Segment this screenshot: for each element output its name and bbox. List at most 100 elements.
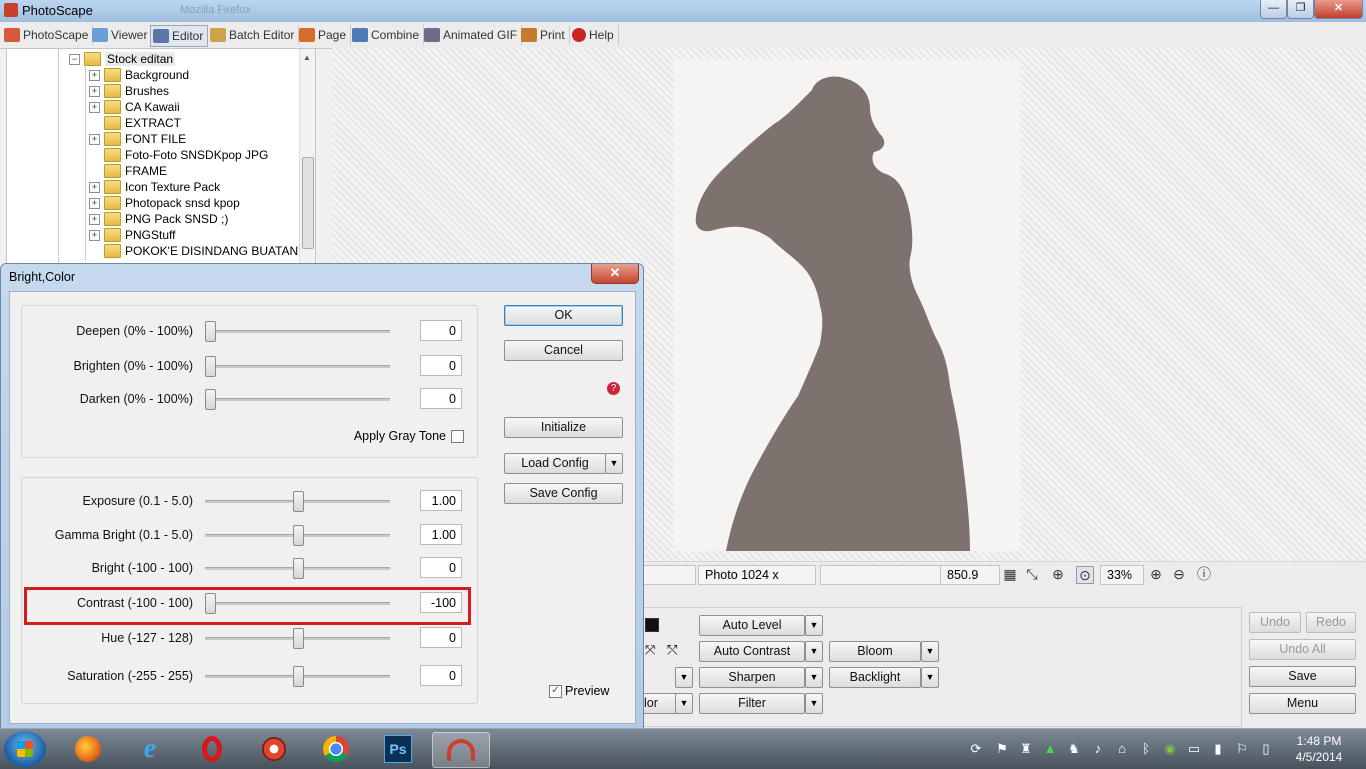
slider-value-input[interactable]: 0 [420, 627, 462, 648]
tab-animated-gif[interactable]: Animated GIF [422, 25, 523, 45]
slider-thumb[interactable] [292, 628, 304, 649]
help-icon[interactable]: ? [607, 382, 620, 395]
slider-value-input[interactable]: 0 [420, 665, 462, 686]
expand-icon[interactable]: + [89, 85, 100, 97]
dropdown-icon[interactable]: ▼ [921, 667, 939, 688]
apply-gray-tone-checkbox[interactable] [451, 430, 464, 443]
slider-thumb[interactable] [205, 321, 216, 342]
undo-button[interactable]: Undo [1249, 612, 1301, 633]
tray-app-icon[interactable]: ♞ [1066, 741, 1082, 757]
system-clock[interactable]: 1:48 PM 4/5/2014 [1286, 733, 1352, 765]
collapse-icon[interactable]: − [69, 53, 80, 65]
load-config-dropdown-icon[interactable]: ▼ [605, 453, 623, 474]
zoom-fit-icon[interactable]: ⊙ [1076, 566, 1094, 584]
dropdown-icon[interactable]: ▼ [805, 693, 823, 714]
maximize-button[interactable]: ❐ [1287, 0, 1314, 19]
slider-value-input[interactable]: 0 [420, 320, 462, 341]
tree-item[interactable]: + FONT FILE [89, 131, 186, 147]
expand-icon[interactable]: + [89, 229, 100, 241]
slider-thumb[interactable] [292, 558, 304, 579]
slider-value-input[interactable]: 0 [420, 388, 462, 409]
cancel-button[interactable]: Cancel [504, 340, 623, 361]
folder-tree[interactable]: − Stock editan + Background + Brushes + CA Kaw… [6, 48, 316, 265]
dialog-close-button[interactable]: ✕ [591, 264, 639, 284]
preview-checkbox[interactable]: ✓ [549, 685, 562, 698]
expand-icon[interactable]: + [89, 213, 100, 225]
tree-item[interactable]: + PNGStuff [89, 227, 175, 243]
slider-thumb[interactable] [292, 491, 304, 512]
start-button[interactable] [4, 731, 46, 767]
auto-contrast-button[interactable]: Auto Contrast [699, 641, 805, 662]
expand-icon[interactable]: + [89, 197, 100, 209]
tree-item[interactable]: +POKOK'E DISINDANG BUATAN'E [89, 243, 309, 259]
tree-item[interactable]: +FRAME [89, 163, 167, 179]
slider-value-input[interactable]: 0 [420, 355, 462, 376]
tree-item[interactable]: +Foto-Foto SNSDKpop JPG [89, 147, 268, 163]
tree-item[interactable]: + Background [89, 67, 189, 83]
save-button[interactable]: Save [1249, 666, 1356, 687]
dropdown-icon[interactable]: ▼ [805, 615, 823, 636]
tree-item[interactable]: + Brushes [89, 83, 169, 99]
slider-track[interactable] [205, 365, 390, 368]
opera-taskbar-button[interactable] [184, 732, 240, 766]
battery-icon[interactable]: ▯ [1258, 741, 1274, 757]
nvidia-icon[interactable]: ◉ [1162, 741, 1178, 757]
bloom-button[interactable]: Bloom [829, 641, 921, 662]
tray-app-icon[interactable]: ♜ [1018, 741, 1034, 757]
firefox-taskbar-button[interactable] [60, 732, 116, 766]
zoom-actual-icon[interactable]: ⊕ [1050, 566, 1066, 582]
undo-all-button[interactable]: Undo All [1249, 639, 1356, 660]
ok-button[interactable]: OK [504, 305, 623, 326]
tab-batch-editor[interactable]: Batch Editor [208, 25, 300, 45]
sync-icon[interactable]: ⟳ [968, 741, 984, 757]
tab-help[interactable]: Help [570, 25, 619, 45]
filter-button[interactable]: Filter [699, 693, 805, 714]
signal-strength-icon[interactable]: ▮ [1210, 741, 1226, 757]
tab-photoscape[interactable]: PhotoScape [2, 25, 94, 45]
redo-button[interactable]: Redo [1306, 612, 1356, 633]
info-icon[interactable]: ⓘ [1196, 566, 1212, 582]
expand-icon[interactable]: + [89, 133, 100, 145]
tab-editor[interactable]: Editor [150, 25, 209, 47]
auto-level-button[interactable]: Auto Level [699, 615, 805, 636]
dropdown-icon[interactable]: ▼ [675, 667, 693, 688]
sharpen-button[interactable]: Sharpen [699, 667, 805, 688]
bluetooth-icon[interactable]: ᛒ [1138, 741, 1154, 757]
dropdown-icon[interactable]: ▼ [921, 641, 939, 662]
resize-icon[interactable]: ⤧ [645, 642, 655, 658]
internet-explorer-taskbar-button[interactable]: e [122, 732, 178, 766]
slider-thumb[interactable] [205, 356, 216, 377]
crop-icon[interactable]: ⤲ [667, 642, 677, 658]
photoshop-taskbar-button[interactable]: Ps [370, 732, 426, 766]
expand-icon[interactable]: + [89, 181, 100, 193]
slider-thumb[interactable] [292, 525, 304, 546]
zoom-out-icon[interactable]: ⊖ [1171, 566, 1187, 582]
flag-icon[interactable]: ⚐ [1234, 741, 1250, 757]
slider-value-input[interactable]: 1.00 [420, 490, 462, 511]
tree-item[interactable]: +EXTRACT [89, 115, 181, 131]
slider-value-input[interactable]: 1.00 [420, 524, 462, 545]
dropdown-icon[interactable]: ▼ [675, 693, 693, 714]
save-config-button[interactable]: Save Config [504, 483, 623, 504]
network-adapter-icon[interactable]: ⌂ [1114, 741, 1130, 757]
action-center-icon[interactable]: ⚑ [994, 741, 1010, 757]
firefox-dev-taskbar-button[interactable] [246, 732, 302, 766]
tree-item[interactable]: + Photopack snsd kpop [89, 195, 240, 211]
fit-screen-icon[interactable]: ⤡ [1024, 566, 1040, 582]
scroll-up-icon[interactable]: ▲ [303, 53, 311, 62]
zoom-in-icon[interactable]: ⊕ [1148, 566, 1164, 582]
slider-value-input[interactable]: 0 [420, 557, 462, 578]
dropdown-icon[interactable]: ▼ [805, 667, 823, 688]
display-icon[interactable]: ▭ [1186, 741, 1202, 757]
expand-icon[interactable]: + [89, 69, 100, 81]
chrome-taskbar-button[interactable] [308, 732, 364, 766]
tab-combine[interactable]: Combine [350, 25, 425, 45]
tab-page[interactable]: Page [297, 25, 352, 45]
scrollbar-thumb[interactable] [302, 157, 314, 249]
tree-item[interactable]: + Icon Texture Pack [89, 179, 220, 195]
initialize-button[interactable]: Initialize [504, 417, 623, 438]
mirror-icon[interactable] [645, 618, 659, 632]
triangle-app-icon[interactable]: ▲ [1042, 741, 1058, 757]
close-button[interactable]: ✕ [1314, 0, 1363, 19]
expand-icon[interactable]: + [89, 101, 100, 113]
